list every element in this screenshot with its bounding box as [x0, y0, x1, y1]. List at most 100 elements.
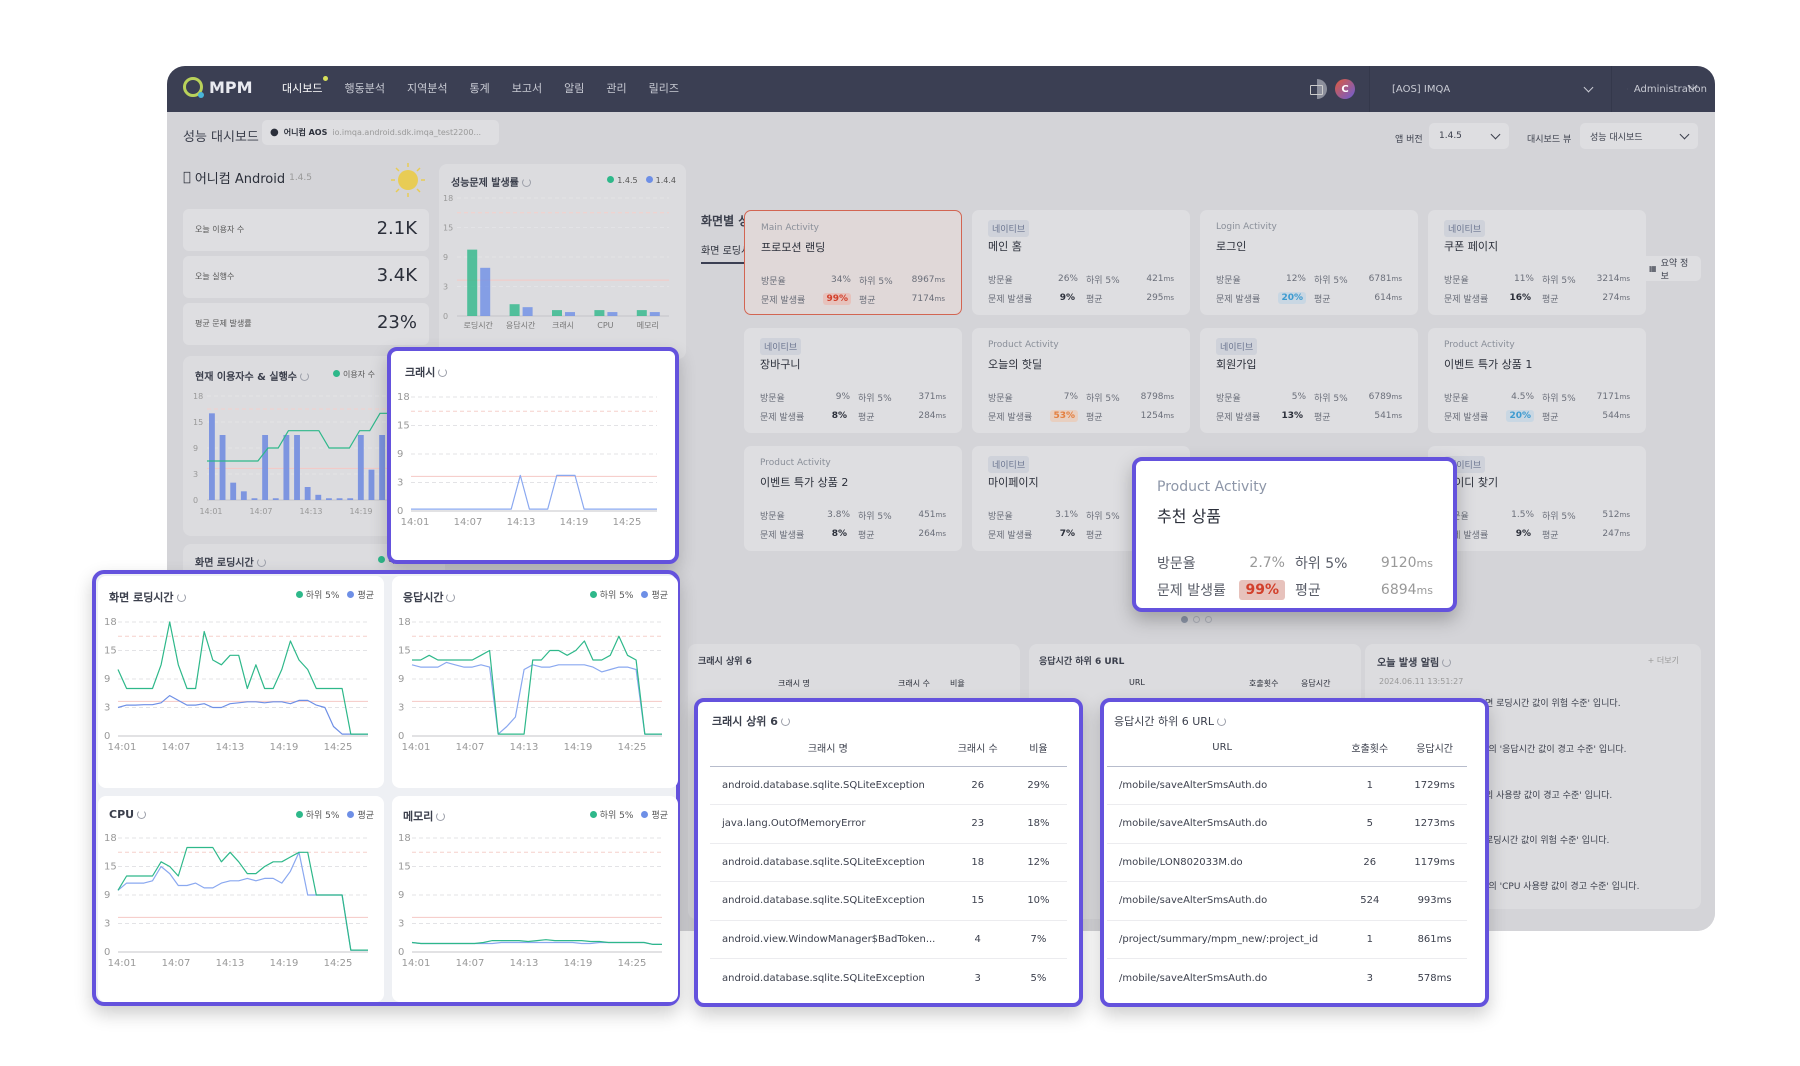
nav-stats[interactable]: 통계 [469, 66, 489, 112]
project-select[interactable]: [AOS] IMQA [1392, 66, 1594, 112]
performance-charts-group: 화면 로딩시간 하위 5% 평균 0 3 9 15 18 14:01 14:07 14:13 14… [92, 570, 680, 1006]
android-icon: ● [270, 127, 279, 138]
x-tick-label: 14:13 [510, 958, 539, 969]
nav-dashboard[interactable]: 대시보드 [282, 66, 330, 112]
featured-screen-card[interactable]: Product Activity 추천 상품 방문율 2.7% 하위 5% 91… [1132, 457, 1457, 612]
issue-rate-badge: 99% [1239, 580, 1285, 600]
y-tick-label: 15 [398, 862, 411, 873]
table-row[interactable]: /project/summary/mpm_new/:project_id 1 861… [1107, 920, 1467, 959]
table-row[interactable]: android.database.sqlite.SQLiteException 1… [710, 843, 1067, 882]
screen-card[interactable]: Product Activity 이벤트 특가 상품 1 방문율 4.5% 하위 5%… [1428, 328, 1646, 433]
y-tick-label: 3 [398, 703, 404, 714]
screen-toggle-icon[interactable] [1307, 79, 1327, 99]
alert-item[interactable]: 의 사용량 값이 경고 수준' 입니다. [1485, 788, 1612, 801]
mpm-logo[interactable]: MPM [183, 77, 253, 98]
screen-card[interactable]: 네이티브 쿠폰 페이지 방문율 11% 하위 5% 3214ms 문제 발생률 16% 평균… [1428, 210, 1646, 315]
nav-alerts[interactable]: 알림 [564, 66, 584, 112]
y-tick-label: 15 [193, 418, 203, 427]
refresh-icon[interactable] [780, 717, 790, 726]
refresh-icon[interactable] [299, 372, 309, 381]
refresh-icon[interactable] [436, 812, 446, 821]
screen-card[interactable]: Login Activity 로그인 방문율 12% 하위 5% 6781ms 문제 발… [1200, 210, 1418, 315]
user-menu[interactable]: Administration [1627, 66, 1707, 112]
screen-card[interactable]: 네이티브아이디 찾기 방문율1.5%하위 5%512ms 문제 발생률9%평균2… [1428, 446, 1646, 551]
alert-item[interactable]: 로딩시간 값이 위험 수준' 입니다. [1485, 833, 1609, 846]
refresh-icon[interactable] [1217, 717, 1227, 726]
y-tick-label: 0 [443, 312, 448, 321]
stat-launches-today: 오늘 실행수 3.4K [183, 256, 429, 298]
screen-card[interactable]: Main Activity 프로모션 랜딩 방문율 34% 하위 5% 8967ms 문… [744, 210, 962, 315]
screen-name: 메인 홈 [988, 240, 1022, 253]
users-bar [304, 487, 311, 500]
issue-rate-badge: 8% [831, 411, 847, 421]
refresh-icon[interactable] [446, 593, 456, 602]
nav-release[interactable]: 릴리즈 [649, 66, 679, 112]
screen-name: 쿠폰 페이지 [1444, 240, 1499, 253]
table-row[interactable]: android.database.sqlite.SQLiteException 3… [710, 959, 1067, 998]
screen-loading-chart-card: 화면 로딩시간 하위 5% 평균 0 3 9 15 18 14:01 14:07 14:13 14… [98, 576, 384, 788]
page-dot[interactable] [1193, 616, 1200, 623]
refresh-icon[interactable] [438, 368, 448, 377]
nav-region[interactable]: 지역분석 [407, 66, 447, 112]
users-bar [326, 498, 332, 500]
screen-card[interactable]: 네이티브 회원가입 방문율 5% 하위 5% 6789ms 문제 발생률 13% 평균 541… [1200, 328, 1418, 433]
table-row[interactable]: /mobile/LON802033M.do 26 1179ms [1107, 843, 1467, 882]
app-version-select[interactable]: 1.4.5 [1429, 123, 1509, 149]
divider [1611, 66, 1612, 112]
bar-1.4.4 [480, 267, 491, 316]
refresh-icon[interactable] [137, 810, 147, 819]
app-version-label: 앱 버전 [1395, 135, 1423, 145]
app-selector[interactable]: ● 어니컴 AOS io.imqa.android.sdk.imqa_test2… [262, 120, 499, 145]
page-dot-active[interactable] [1181, 616, 1188, 623]
y-tick-label: 3 [104, 703, 110, 714]
activity-name: Main Activity [761, 223, 820, 233]
refresh-icon[interactable] [521, 178, 531, 187]
stat-users-today: 오늘 이용자 수 2.1K [183, 209, 429, 251]
chevron-down-icon [1490, 129, 1501, 139]
refresh-icon[interactable] [1442, 658, 1452, 667]
screen-name: 장바구니 [760, 358, 801, 371]
refresh-icon[interactable] [176, 593, 186, 602]
dashboard-view-select[interactable]: 성능 대시보드 [1580, 123, 1698, 149]
table-row[interactable]: /mobile/saveAlterSmsAuth.do 3 578ms [1107, 959, 1467, 998]
x-tick-label: 14:07 [454, 517, 483, 528]
table-row[interactable]: /mobile/saveAlterSmsAuth.do 1 1729ms [1107, 766, 1467, 805]
screen-name: 마이페이지 [988, 476, 1039, 489]
x-tick-label: 14:19 [560, 517, 589, 528]
screen-card[interactable]: 네이티브 메인 홈 방문율 26% 하위 5% 421ms 문제 발생률 9% 평균 295m… [972, 210, 1190, 315]
y-tick-label: 15 [104, 862, 117, 873]
y-tick-label: 18 [104, 833, 117, 844]
refresh-icon[interactable] [256, 558, 266, 567]
x-tick-label: 14:25 [618, 742, 647, 753]
screen-card[interactable]: Product Activity 오늘의 핫딜 방문율 7% 하위 5% 8798ms … [972, 328, 1190, 433]
alert-item[interactable]: 면 로딩시간 값이 위험 수준' 입니다. [1485, 696, 1621, 709]
x-tick-label: 14:19 [349, 507, 372, 516]
avatar[interactable]: C [1335, 79, 1355, 99]
nav-admin[interactable]: 관리 [606, 66, 626, 112]
alert-item[interactable]: ]의 '응답시간 값이 경고 수준' 입니다. [1485, 742, 1627, 755]
slow-urls-table: URL 호출횟수 응답시간 /mobile/saveAlterSmsAuth.d… [1107, 730, 1467, 997]
screen-name: 회원가입 [1216, 358, 1257, 371]
screen-card[interactable]: 네이티브 장바구니 방문율 9% 하위 5% 371ms 문제 발생률 8% 평균 284ms [744, 328, 962, 433]
table-row[interactable]: android.view.WindowManager$BadToken... 4 7… [710, 920, 1067, 959]
table-row[interactable]: android.database.sqlite.SQLiteException 1… [710, 881, 1067, 921]
crash-top-table: 크래시 명 크래시 수 비율 android.database.sqlite.S… [710, 730, 1067, 997]
table-row[interactable]: android.database.sqlite.SQLiteException 2… [710, 766, 1067, 805]
screen-card[interactable]: Product Activity 이벤트 특가 상품 2 방문율 3.8% 하위 5%… [744, 446, 962, 551]
pagination-dots [1181, 616, 1212, 623]
table-row[interactable]: /mobile/saveAlterSmsAuth.do 524 993ms [1107, 881, 1467, 921]
summary-info-button[interactable]: ▦ 요약 정보 [1639, 256, 1701, 282]
series-line-크래시 [411, 474, 657, 510]
category-label: 메모리 [637, 321, 659, 330]
table-row[interactable]: java.lang.OutOfMemoryError 23 18% [710, 804, 1067, 844]
nav-behavior[interactable]: 행동분석 [344, 66, 384, 112]
page-dot[interactable] [1205, 616, 1212, 623]
y-tick-label: 9 [104, 674, 110, 685]
more-link[interactable]: + 더보기 [1648, 655, 1679, 666]
x-tick-label: 14:13 [216, 742, 245, 753]
table-row[interactable]: /mobile/saveAlterSmsAuth.do 5 1273ms [1107, 804, 1467, 844]
x-tick-label: 14:13 [299, 507, 322, 516]
x-tick-label: 14:25 [613, 517, 642, 528]
nav-reports[interactable]: 보고서 [512, 66, 542, 112]
alert-item[interactable]: ]의 'CPU 사용량 값이 경고 수준' 입니다. [1485, 879, 1639, 892]
